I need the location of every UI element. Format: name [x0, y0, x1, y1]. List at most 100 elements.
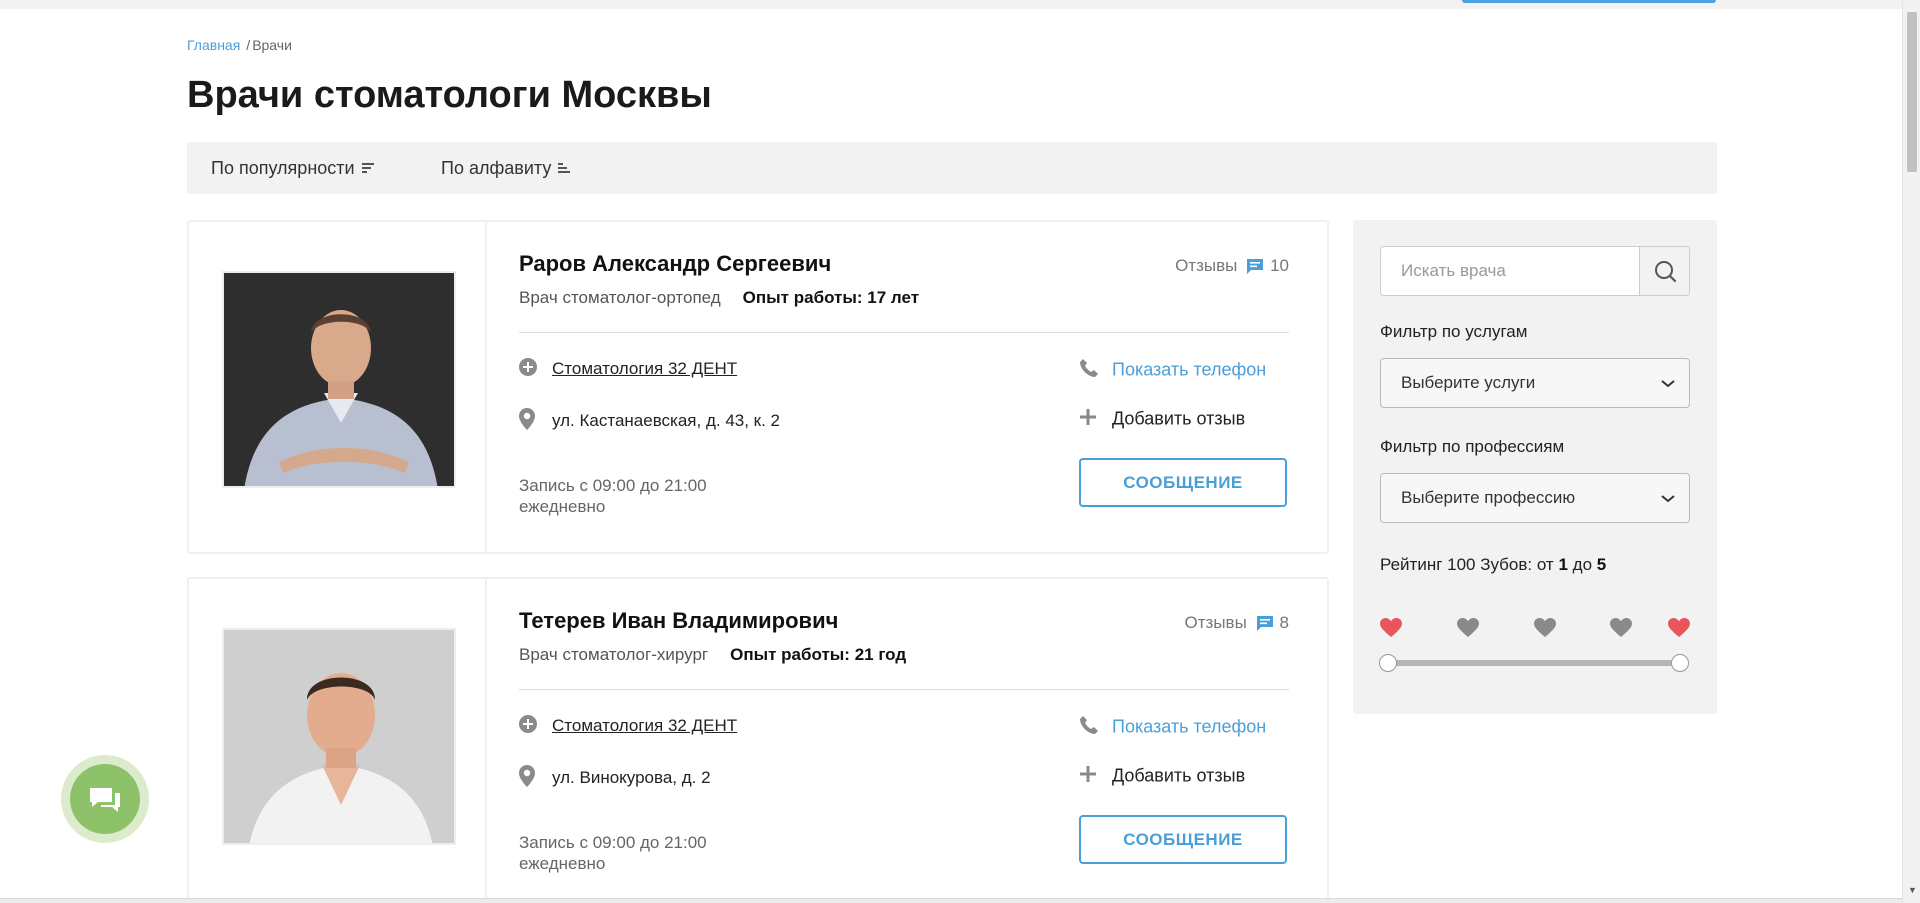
doctor-name[interactable]: Тетерев Иван Владимирович — [519, 608, 838, 634]
reviews-link[interactable]: Отзывы 10 — [1175, 256, 1289, 276]
top-header-bar — [0, 0, 1902, 9]
map-pin-icon — [519, 765, 539, 792]
schedule-text: Запись с 09:00 до 21:00 ежедневно — [519, 475, 707, 517]
doctor-search-input[interactable] — [1381, 247, 1640, 295]
rating-prefix: Рейтинг 100 Зубов: от — [1380, 555, 1554, 574]
breadcrumb-current: Врачи — [252, 37, 292, 53]
show-phone-link[interactable]: Показать телефон — [1079, 715, 1266, 740]
map-pin-icon — [519, 408, 539, 435]
rating-range-track[interactable] — [1388, 660, 1681, 666]
plus-icon — [1079, 408, 1099, 431]
card-divider — [519, 689, 1289, 690]
doctor-specialty-row: Врач стоматолог-ортопед Опыт работы: 17 л… — [519, 288, 919, 308]
phone-icon — [1079, 358, 1099, 383]
chat-icon — [90, 788, 120, 812]
doctor-experience: Опыт работы: 21 год — [730, 645, 907, 664]
doctor-photo[interactable] — [222, 271, 456, 488]
doctor-address: ул. Кастанаевская, д. 43, к. 2 — [552, 410, 781, 430]
bottom-strip — [0, 898, 1902, 903]
chevron-down-icon — [1661, 474, 1675, 522]
plus-circle-icon — [519, 715, 539, 738]
doctor-photo-column — [189, 579, 487, 903]
doctor-name[interactable]: Раров Александр Сергеевич — [519, 251, 831, 277]
heart-icon[interactable] — [1534, 618, 1556, 638]
rating-hearts — [1380, 618, 1690, 642]
sort-by-popularity[interactable]: По популярности — [211, 142, 374, 194]
rating-filter-label: Рейтинг 100 Зубов: от 1 до 5 — [1380, 555, 1606, 575]
show-phone-label: Показать телефон — [1112, 716, 1267, 737]
sort-by-alphabet[interactable]: По алфавиту — [441, 142, 571, 194]
clinic-row: Стоматология 32 ДЕНТ — [519, 358, 737, 381]
phone-icon — [1079, 715, 1099, 740]
rating-max-value: 5 — [1596, 555, 1607, 574]
chat-button[interactable] — [61, 755, 149, 843]
sort-icon — [558, 163, 571, 174]
profession-select[interactable]: Выберите профессию — [1380, 473, 1690, 523]
page-title: Врачи стоматологи Москвы — [187, 74, 712, 116]
add-review-label: Добавить отзыв — [1112, 408, 1246, 429]
address-row: ул. Винокурова, д. 2 — [519, 765, 711, 792]
plus-icon — [1079, 765, 1099, 788]
rating-range-min-handle[interactable] — [1379, 654, 1397, 672]
reviews-label: Отзывы — [1184, 613, 1247, 632]
doctor-photo[interactable] — [222, 628, 456, 845]
address-row: ул. Кастанаевская, д. 43, к. 2 — [519, 408, 780, 435]
doctor-specialty: Врач стоматолог-ортопед — [519, 288, 721, 307]
services-select[interactable]: Выберите услуги — [1380, 358, 1690, 408]
search-button[interactable] — [1639, 247, 1689, 295]
doctor-experience: Опыт работы: 17 лет — [742, 288, 920, 307]
doctor-photo-column — [189, 222, 487, 552]
doctor-card: Раров Александр Сергеевич Врач стоматоло… — [187, 220, 1329, 554]
doctor-search-box — [1380, 246, 1690, 296]
schedule-text: Запись с 09:00 до 21:00 ежедневно — [519, 832, 707, 874]
reviews-link[interactable]: Отзывы 8 — [1185, 613, 1289, 633]
schedule-line-2: ежедневно — [519, 854, 606, 873]
heart-icon[interactable] — [1610, 618, 1632, 638]
doctor-info: Раров Александр Сергеевич Врач стоматоло… — [519, 222, 1289, 552]
reviews-count: 8 — [1279, 613, 1289, 632]
card-divider — [519, 332, 1289, 333]
show-phone-link[interactable]: Показать телефон — [1079, 358, 1266, 383]
heart-icon[interactable] — [1380, 618, 1402, 638]
services-filter-label: Фильтр по услугам — [1380, 322, 1528, 341]
profession-filter-label: Фильтр по профессиям — [1380, 437, 1565, 456]
rating-min-value: 1 — [1558, 555, 1568, 574]
header-button-edge[interactable] — [1462, 0, 1716, 3]
filter-sidebar: Фильтр по услугам Выберите услуги Фильтр… — [1353, 220, 1717, 714]
doctor-address: ул. Винокурова, д. 2 — [552, 767, 711, 787]
breadcrumb-home-link[interactable]: Главная — [187, 37, 240, 53]
schedule-line-1: Запись с 09:00 до 21:00 — [519, 833, 707, 852]
reviews-count: 10 — [1270, 256, 1289, 275]
services-select-value: Выберите услуги — [1401, 373, 1536, 392]
chat-button-inner — [70, 764, 140, 834]
clinic-row: Стоматология 32 ДЕНТ — [519, 715, 737, 738]
doctor-specialty-row: Врач стоматолог-хирург Опыт работы: 21 го… — [519, 645, 906, 665]
message-button[interactable]: СООБЩЕНИЕ — [1079, 458, 1287, 507]
doctor-card: Тетерев Иван Владимирович Врач стоматоло… — [187, 577, 1329, 903]
heart-icon[interactable] — [1668, 618, 1690, 638]
message-button[interactable]: СООБЩЕНИЕ — [1079, 815, 1287, 864]
add-review-link[interactable]: Добавить отзыв — [1079, 408, 1245, 431]
add-review-link[interactable]: Добавить отзыв — [1079, 765, 1245, 788]
search-icon — [1655, 261, 1677, 283]
sort-popularity-label: По популярности — [211, 158, 355, 178]
clinic-link[interactable]: Стоматология 32 ДЕНТ — [552, 716, 737, 735]
sort-alphabet-label: По алфавиту — [441, 158, 552, 178]
rating-range-max-handle[interactable] — [1671, 654, 1689, 672]
reviews-label: Отзывы — [1175, 256, 1238, 275]
breadcrumb-separator: / — [246, 37, 251, 53]
show-phone-label: Показать телефон — [1112, 359, 1267, 380]
schedule-line-2: ежедневно — [519, 497, 606, 516]
scrollbar-thumb[interactable] — [1907, 12, 1917, 172]
breadcrumb: Главная / Врачи — [187, 37, 292, 53]
vertical-scrollbar[interactable]: ▼ — [1902, 0, 1920, 903]
sort-icon — [361, 163, 374, 174]
add-review-label: Добавить отзыв — [1112, 765, 1246, 786]
heart-icon[interactable] — [1457, 618, 1479, 638]
rating-mid-text: до — [1572, 555, 1593, 574]
sort-bar: По популярности По алфавиту — [187, 142, 1717, 194]
scroll-down-arrow-icon[interactable]: ▼ — [1908, 885, 1917, 895]
doctor-info: Тетерев Иван Владимирович Врач стоматоло… — [519, 579, 1289, 903]
clinic-link[interactable]: Стоматология 32 ДЕНТ — [552, 359, 737, 378]
chevron-down-icon — [1661, 359, 1675, 407]
